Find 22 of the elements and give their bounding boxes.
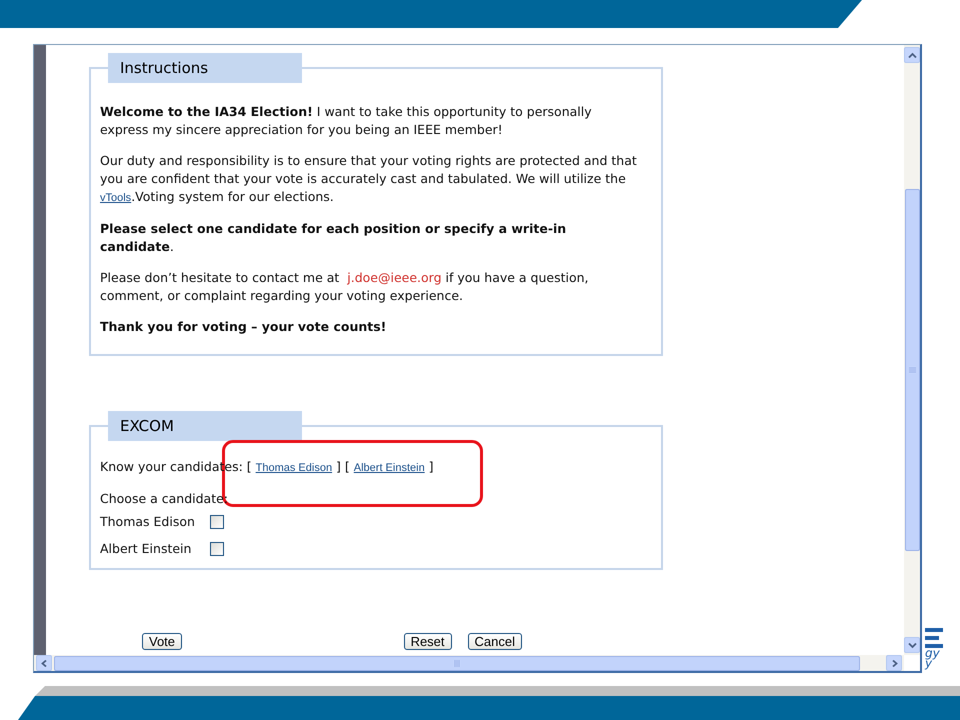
- paragraph: Please select one candidate for each position or specify a write-in candidate.: [100, 220, 568, 256]
- candidate-name: Thomas Edison: [100, 514, 196, 529]
- checkbox[interactable]: [210, 542, 224, 556]
- email-link[interactable]: j.doe@ieee.org: [347, 270, 442, 285]
- paragraph: Please don’t hesitate to contact me at j.doe@ieee.org if you have a question, comment, or complaint regarding your voting experience.: [100, 269, 590, 305]
- paragraph: Welcome to the IA34 Election! I want to take this opportunity to personally express my sincere appreciation for you being an IEEE member!: [100, 103, 593, 139]
- form-button[interactable]: Reset: [404, 633, 452, 650]
- paragraph: Thank you for voting – your vote counts!: [100, 318, 388, 336]
- text-link[interactable]: vTools: [100, 192, 132, 204]
- form-button[interactable]: Cancel: [468, 633, 522, 650]
- scroll-thumb[interactable]: [904, 189, 920, 551]
- vertical-scrollbar[interactable]: [904, 45, 920, 655]
- vote-button[interactable]: Vote: [142, 633, 182, 650]
- candidate-name: Albert Einstein: [100, 541, 192, 556]
- text-link[interactable]: Albert Einstein: [354, 462, 425, 474]
- panel-title: EXCOM: [108, 411, 302, 441]
- paragraph: Our duty and responsibility is to ensure that your voting rights are protected and that you are confident that your vote is accurately cast and tabulated. We will utilize the vTools.Voting system for our elections.: [100, 152, 638, 206]
- logo-text: gy: [925, 648, 941, 658]
- panel-title: Instructions: [108, 53, 302, 83]
- checkbox[interactable]: [210, 514, 224, 528]
- text-link[interactable]: Thomas Edison: [256, 462, 332, 474]
- logo-text: y: [925, 658, 932, 668]
